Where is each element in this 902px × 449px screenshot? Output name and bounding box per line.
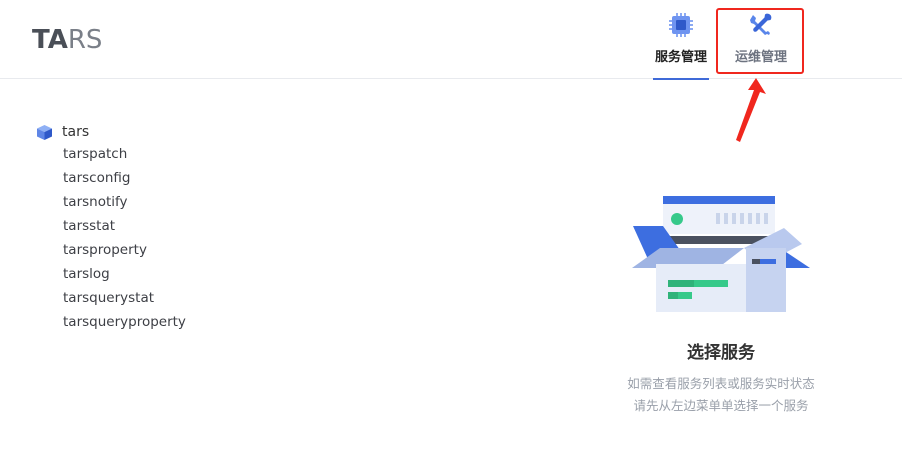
tree-item[interactable]: tarsproperty [63,238,186,262]
logo-bold-text: TA [32,25,68,55]
tree-item[interactable]: tarsquerystat [63,286,186,310]
empty-state-description: 如需查看服务列表或服务实时状态 请先从左边菜单单选择一个服务 [560,373,882,417]
tree-children: tarspatch tarsconfig tarsnotify tarsstat… [63,142,186,334]
cube-icon [37,124,52,140]
annotation-highlight-box [716,8,804,74]
tree-item[interactable]: tarsstat [63,214,186,238]
logo-thin-text: RS [67,25,103,55]
tree-item[interactable]: tarsqueryproperty [63,310,186,334]
tree-item[interactable]: tarsconfig [63,166,186,190]
chip-icon [669,13,693,37]
tab-service-label: 服务管理 [654,50,707,65]
tars-logo[interactable]: TARS [32,26,102,54]
server-box-illustration [632,196,810,312]
annotation-arrow [736,78,766,142]
tree-item[interactable]: tarslog [63,262,186,286]
tab-service-management[interactable]: 服务管理 [651,10,711,80]
tree-item[interactable]: tarsnotify [63,190,186,214]
active-tab-indicator [653,78,709,80]
tree-item[interactable]: tarspatch [63,142,186,166]
tree-root-label: tars [62,124,90,140]
empty-state-line2: 请先从左边菜单单选择一个服务 [633,398,809,413]
service-tree: tars tarspatch tarsconfig tarsnotify tar… [36,122,186,334]
tree-root-tars[interactable]: tars [36,122,186,142]
empty-state-title: 选择服务 [687,343,755,363]
empty-state-line1: 如需查看服务列表或服务实时状态 [627,376,815,391]
